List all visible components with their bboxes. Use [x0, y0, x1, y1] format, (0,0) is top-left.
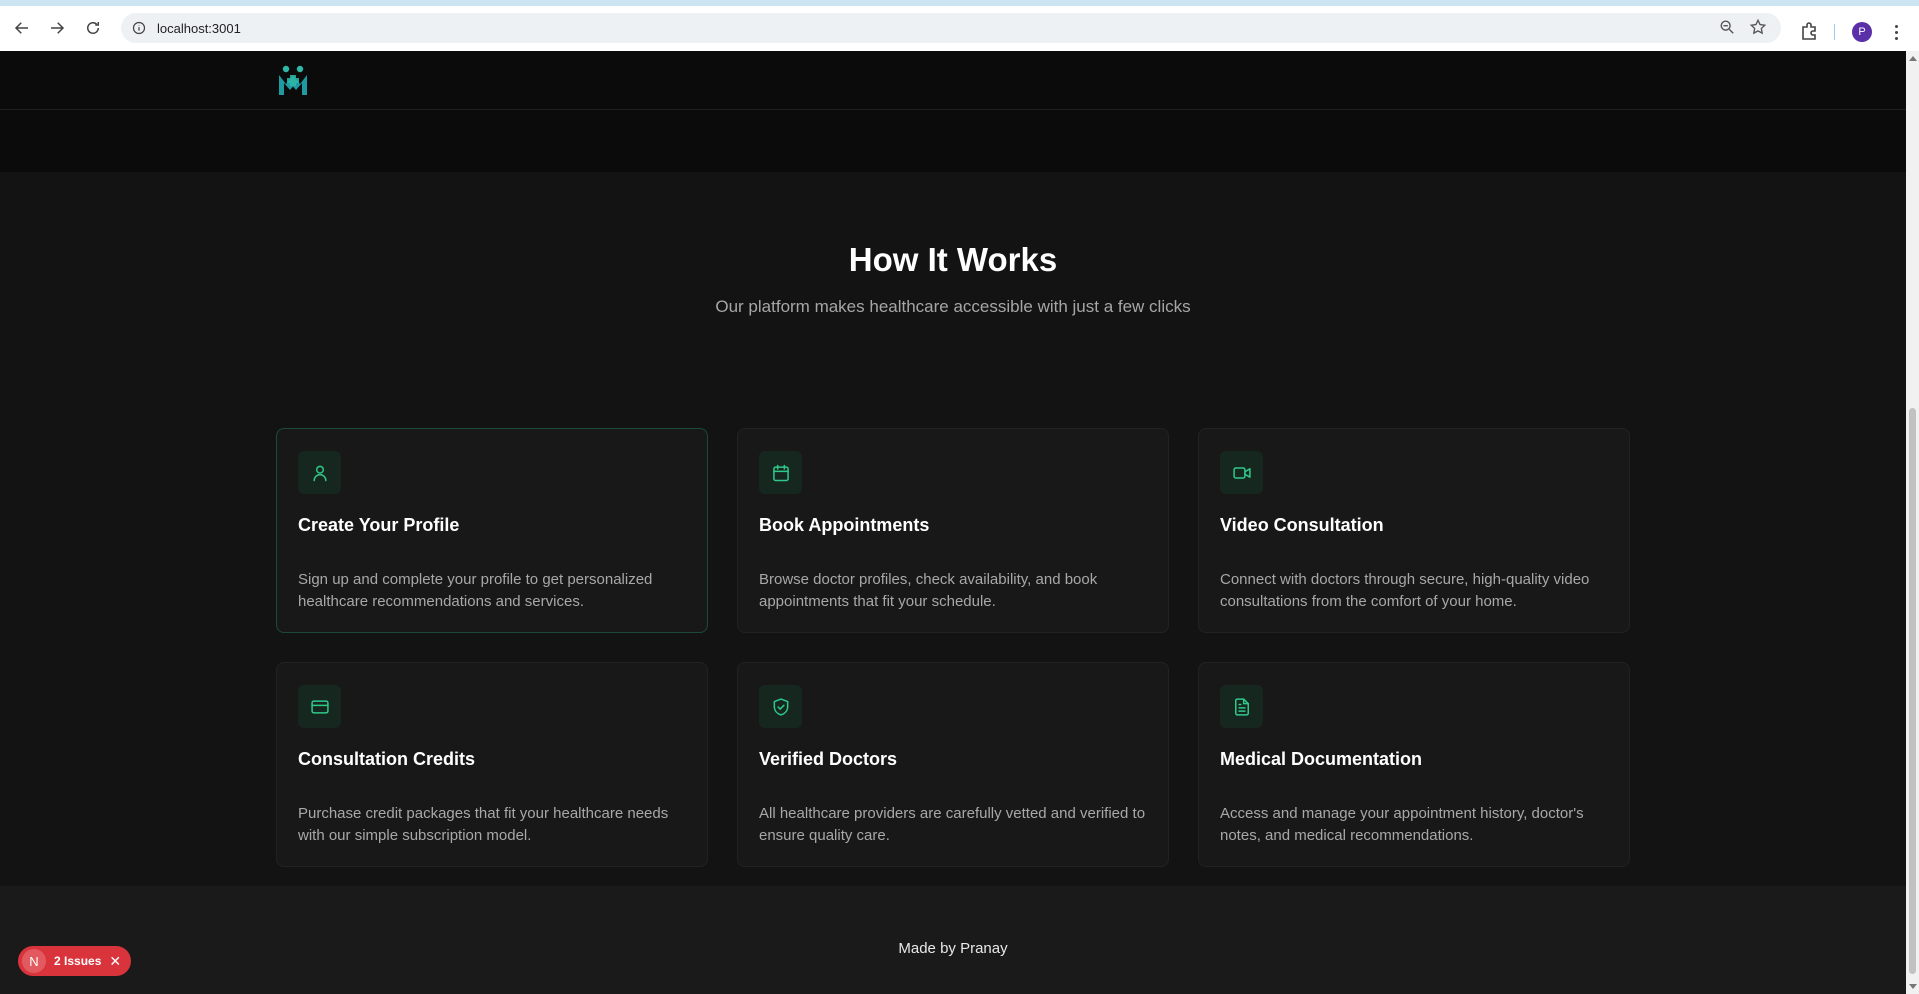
- forward-icon[interactable]: [45, 16, 69, 40]
- shield-check-icon: [759, 685, 802, 728]
- calendar-icon: [759, 451, 802, 494]
- page: How It Works Our platform makes healthca…: [0, 51, 1906, 994]
- bookmark-star-icon[interactable]: [1749, 18, 1767, 36]
- dev-issues-badge[interactable]: N 2 Issues ✕: [18, 946, 132, 976]
- toolbar: localhost:3001 P: [0, 6, 1919, 51]
- card-title: Verified Doctors: [759, 749, 898, 769]
- footer-credit: Made by Pranay: [898, 940, 1008, 957]
- card-description: Access and manage your appointment histo…: [1220, 805, 1584, 844]
- site-header: [0, 51, 1906, 110]
- extensions-icon[interactable]: [1799, 21, 1819, 41]
- feature-card-book-appointments[interactable]: Book Appointments Browse doctor profiles…: [737, 428, 1169, 633]
- browser-chrome: localhost:3001 P: [0, 0, 1919, 51]
- file-text-icon: [1220, 685, 1263, 728]
- card-description: Sign up and complete your profile to get…: [298, 571, 653, 610]
- user-icon: [298, 451, 341, 494]
- scroll-up-arrow-icon[interactable]: [1909, 56, 1917, 61]
- hero-strip: [0, 110, 1906, 172]
- reload-icon[interactable]: [81, 16, 105, 40]
- card-title: Book Appointments: [759, 515, 930, 535]
- section-subtitle: Our platform makes healthcare accessible…: [715, 297, 1191, 316]
- card-description: All healthcare providers are carefully v…: [759, 805, 1146, 844]
- zoom-icon[interactable]: [1719, 19, 1737, 37]
- close-icon[interactable]: ✕: [109, 953, 121, 970]
- feature-card-medical-documentation[interactable]: Medical Documentation Access and manage …: [1198, 662, 1630, 867]
- site-footer: Made by Pranay: [0, 886, 1906, 994]
- scroll-down-arrow-icon[interactable]: [1909, 984, 1917, 989]
- address-bar[interactable]: localhost:3001: [121, 13, 1781, 43]
- scrollbar-thumb[interactable]: [1909, 408, 1916, 974]
- site-info-icon[interactable]: [131, 20, 147, 36]
- feature-card-video-consultation[interactable]: Video Consultation Connect with doctors …: [1198, 428, 1630, 633]
- card-title: Consultation Credits: [298, 749, 476, 769]
- nextjs-logo-icon: N: [22, 949, 46, 973]
- profile-avatar[interactable]: P: [1852, 22, 1872, 42]
- video-icon: [1220, 451, 1263, 494]
- card-title: Create Your Profile: [298, 515, 460, 535]
- toolbar-divider: [1834, 24, 1835, 40]
- card-description: Connect with doctors through secure, hig…: [1220, 571, 1590, 610]
- page-scrollbar[interactable]: [1906, 51, 1919, 994]
- card-title: Medical Documentation: [1220, 749, 1423, 769]
- logo-icon[interactable]: [276, 63, 310, 97]
- feature-card-consultation-credits[interactable]: Consultation Credits Purchase credit pac…: [276, 662, 708, 867]
- card-description: Browse doctor profiles, check availabili…: [759, 571, 1098, 610]
- card-title: Video Consultation: [1220, 515, 1384, 535]
- how-it-works-section: How It Works Our platform makes healthca…: [0, 172, 1906, 886]
- card-description: Purchase credit packages that fit your h…: [298, 805, 669, 844]
- section-title: How It Works: [848, 241, 1058, 278]
- back-icon[interactable]: [10, 16, 34, 40]
- feature-card-create-profile[interactable]: Create Your Profile Sign up and complete…: [276, 428, 708, 633]
- credit-card-icon: [298, 685, 341, 728]
- browser-menu-icon[interactable]: [1890, 22, 1902, 42]
- url-text[interactable]: localhost:3001: [157, 21, 241, 36]
- feature-card-verified-doctors[interactable]: Verified Doctors All healthcare provider…: [737, 662, 1169, 867]
- issues-count[interactable]: 2 Issues: [54, 954, 101, 968]
